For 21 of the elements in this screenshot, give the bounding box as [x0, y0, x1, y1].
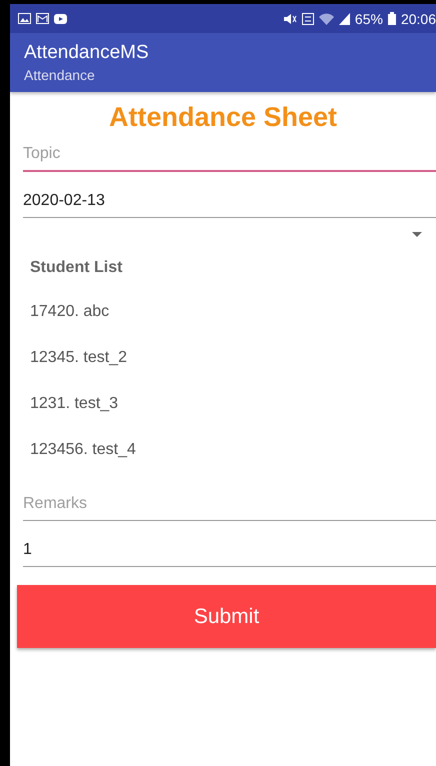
student-item[interactable]: 1231. test_3	[30, 381, 436, 427]
date-field[interactable]: 2020-02-13	[23, 192, 436, 218]
app-subtitle: Attendance	[24, 67, 96, 83]
image-icon	[18, 13, 31, 24]
wifi-icon	[318, 12, 334, 24]
app-title: AttendanceMS	[24, 42, 150, 64]
student-item[interactable]: 12345. test_2	[30, 335, 436, 381]
battery-percentage: 65%	[354, 10, 383, 26]
volte-icon	[302, 12, 314, 24]
remarks-input[interactable]: 1	[23, 541, 436, 567]
status-time: 20:06	[400, 10, 436, 26]
mail-icon	[36, 13, 49, 24]
dropdown-icon[interactable]	[412, 232, 422, 237]
list-title: Student List	[30, 259, 124, 277]
signal-icon	[338, 12, 350, 24]
battery-icon	[388, 12, 396, 25]
student-item[interactable]: 123456. test_4	[30, 427, 436, 473]
page-heading: Attendance Sheet	[108, 102, 338, 133]
mute-icon	[282, 12, 297, 24]
video-icon	[54, 14, 67, 24]
student-item[interactable]: 17420. abc	[30, 289, 436, 335]
